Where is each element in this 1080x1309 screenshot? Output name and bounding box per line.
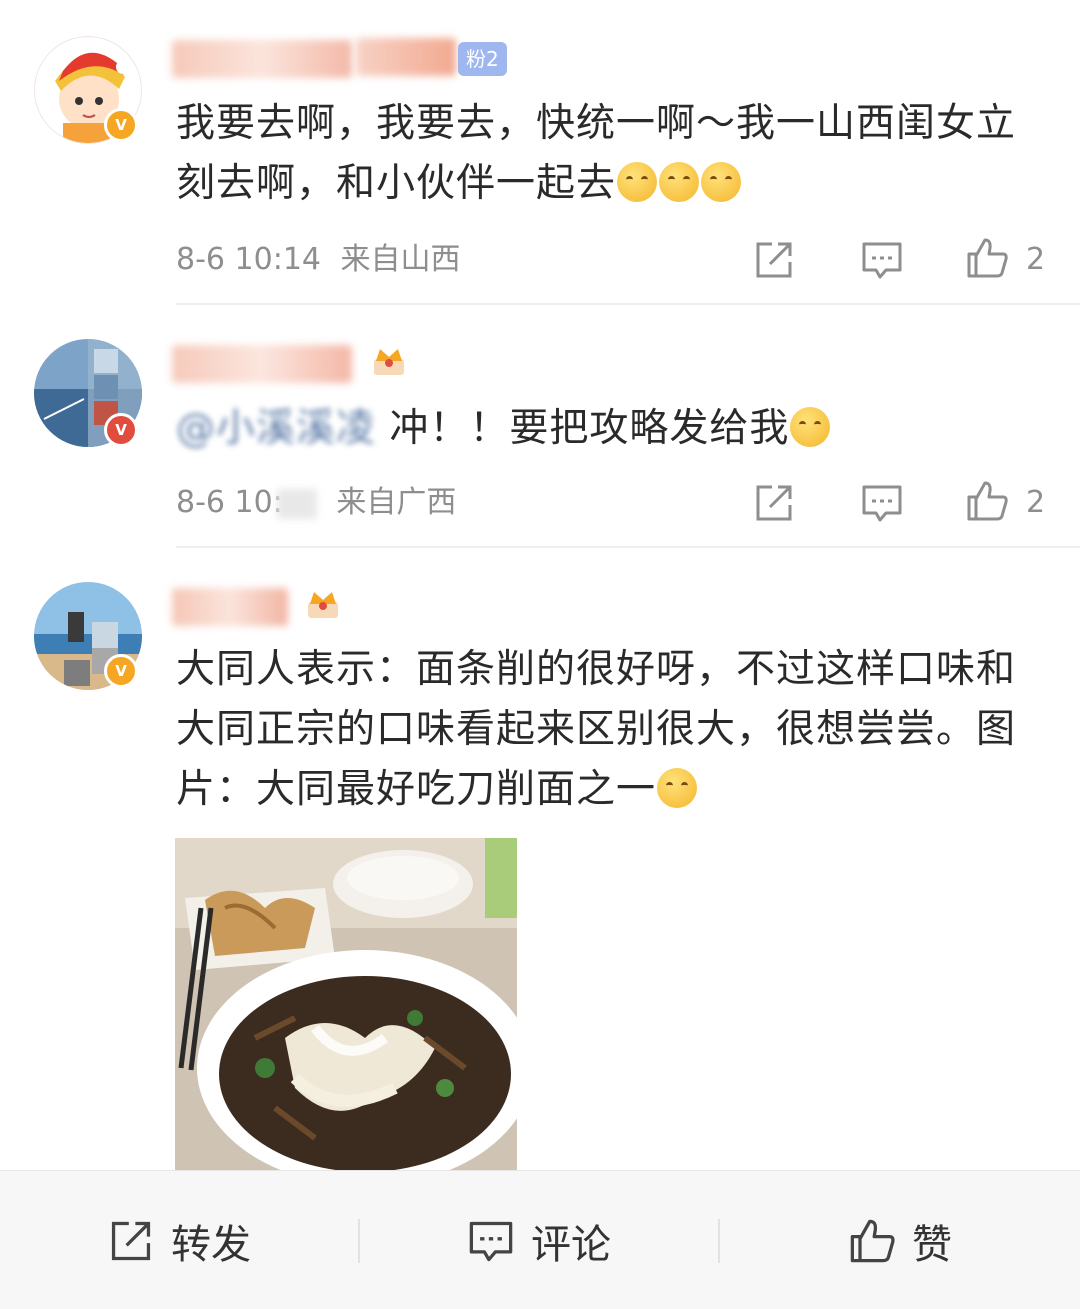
username[interactable] bbox=[172, 345, 352, 383]
comment-icon bbox=[469, 1221, 513, 1261]
timestamp-redacted bbox=[276, 488, 317, 519]
comment-button[interactable]: 评论 bbox=[360, 1171, 718, 1309]
repost-icon bbox=[111, 1221, 151, 1260]
comment-meta: 8-6 10:14 来自山西 bbox=[176, 240, 461, 280]
comment-meta: 8-6 10: 来自广西 bbox=[176, 483, 456, 523]
location: 来自山西 bbox=[340, 242, 461, 277]
comment-icon[interactable] bbox=[860, 481, 904, 525]
verified-badge-icon: V bbox=[104, 413, 138, 447]
comment-body: 我要去啊，我要去，快统一啊～我一山西闺女立刻去啊，和小伙伴一起去 bbox=[176, 101, 1017, 206]
emoji-icon bbox=[790, 407, 831, 447]
emoji-icon bbox=[659, 162, 700, 202]
verified-badge-icon: V bbox=[104, 654, 138, 688]
bottom-action-bar: 转发 评论 赞 bbox=[0, 1170, 1080, 1309]
repost-icon[interactable] bbox=[752, 481, 796, 525]
comment-label: 评论 bbox=[531, 1221, 611, 1268]
comment-text: 我要去啊，我要去，快统一啊～我一山西闺女立刻去啊，和小伙伴一起去 bbox=[176, 94, 1040, 214]
timestamp: 8-6 10:14 bbox=[176, 242, 321, 277]
like-count: 2 bbox=[1026, 485, 1046, 520]
emoji-icon bbox=[617, 162, 658, 202]
comment-3: V 大同人表示：面条削的很好呀，不过这样口味和大同正宗的口味看起来区别很大，很想… bbox=[0, 548, 1080, 1170]
verified-badge-icon: V bbox=[104, 108, 138, 142]
mention-link[interactable]: @小溪溪凌 bbox=[176, 406, 376, 451]
username[interactable] bbox=[172, 40, 352, 78]
repost-label: 转发 bbox=[171, 1221, 251, 1268]
username-extra bbox=[356, 38, 456, 76]
fan-badge: 粉2 bbox=[458, 42, 507, 76]
like-button[interactable]: 赞 bbox=[720, 1171, 1080, 1309]
comment-1: V 粉2 我要去啊，我要去，快统一啊～我一山西闺女立刻去啊，和小伙伴一起去 8-… bbox=[0, 0, 1080, 305]
repost-icon[interactable] bbox=[752, 238, 796, 282]
crown-icon bbox=[374, 349, 404, 375]
comment-body: 冲！！要把攻略发给我 bbox=[376, 406, 790, 451]
timestamp: 8-6 10: bbox=[176, 485, 283, 520]
thumbs-up-icon bbox=[850, 1219, 895, 1262]
comment-body: 大同人表示：面条削的很好呀，不过这样口味和大同正宗的口味看起来区别很大，很想尝尝… bbox=[176, 647, 1017, 812]
comment-photo[interactable] bbox=[175, 838, 517, 1170]
location: 来自广西 bbox=[336, 485, 457, 520]
like-label: 赞 bbox=[912, 1221, 952, 1268]
thumbs-up-icon[interactable] bbox=[965, 236, 1009, 280]
comment-2: V @小溪溪凌 冲！！要把攻略发给我 8-6 10: 来自广西 2 bbox=[0, 305, 1080, 548]
comment-text: 大同人表示：面条削的很好呀，不过这样口味和大同正宗的口味看起来区别很大，很想尝尝… bbox=[176, 640, 1040, 820]
repost-button[interactable]: 转发 bbox=[0, 1171, 358, 1309]
username[interactable] bbox=[172, 588, 288, 626]
emoji-icon bbox=[701, 162, 742, 202]
emoji-icon bbox=[657, 768, 698, 808]
like-count: 2 bbox=[1026, 242, 1046, 277]
comment-icon[interactable] bbox=[860, 238, 904, 282]
thumbs-up-icon[interactable] bbox=[965, 479, 1009, 523]
crown-icon bbox=[308, 592, 338, 618]
comment-text: @小溪溪凌 冲！！要把攻略发给我 bbox=[176, 399, 1040, 459]
